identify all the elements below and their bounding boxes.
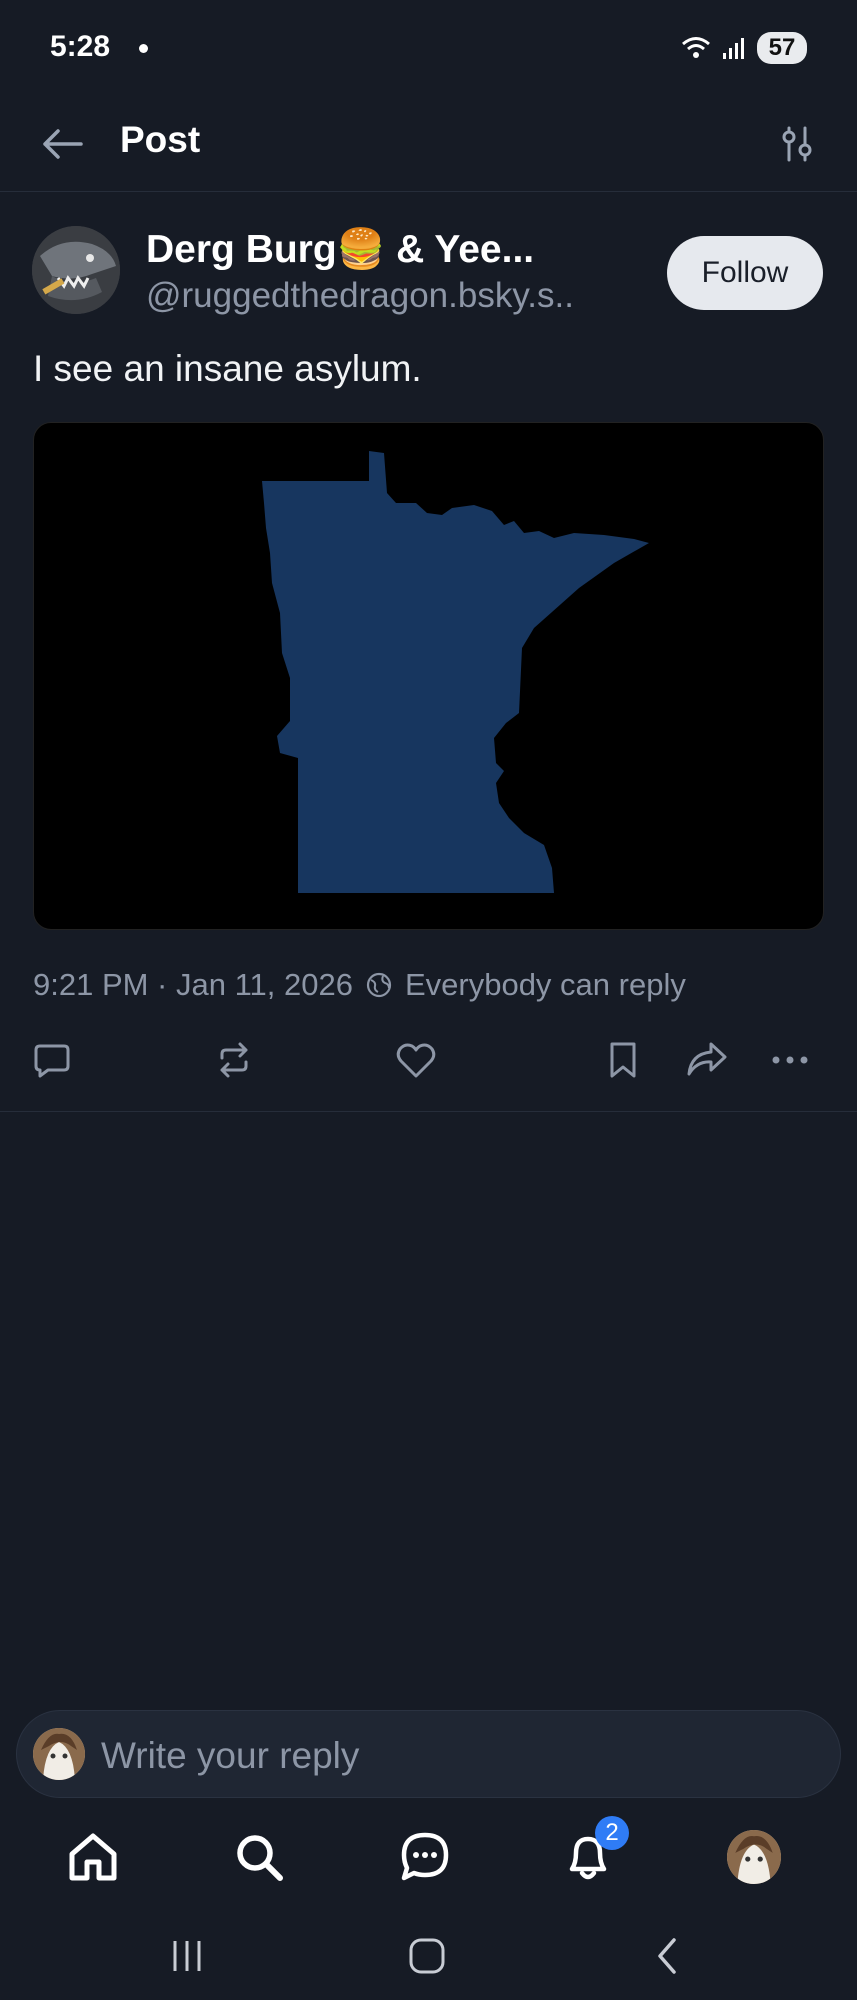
arrow-left-icon — [43, 129, 83, 159]
reply-button[interactable] — [22, 1030, 82, 1090]
chevron-left-icon — [658, 1938, 676, 1974]
top-bar: Post — [0, 100, 857, 192]
minnesota-map-image — [262, 451, 649, 893]
reply-setting[interactable]: Everybody can reply — [405, 967, 686, 1003]
share-arrow-icon — [687, 1042, 727, 1076]
reply-composer[interactable]: Write your reply — [16, 1710, 841, 1798]
back-button[interactable] — [36, 118, 88, 170]
author-handle[interactable]: @ruggedthedragon.bsky.s.. — [146, 276, 574, 316]
recent-apps-button[interactable] — [157, 1930, 217, 1982]
signal-icon — [723, 38, 744, 59]
nav-profile[interactable] — [719, 1822, 789, 1892]
author-avatar[interactable] — [32, 226, 120, 314]
post-text: I see an insane asylum. — [33, 348, 422, 389]
notification-badge: 2 — [595, 1816, 629, 1850]
comment-icon — [34, 1044, 70, 1078]
more-options-button[interactable] — [760, 1030, 820, 1090]
current-user-avatar — [33, 1728, 85, 1780]
post: Derg Burg🍔 & Yee... @ruggedthedragon.bsk… — [0, 192, 857, 1112]
post-image[interactable] — [33, 422, 824, 930]
like-button[interactable] — [386, 1030, 446, 1090]
battery-indicator: 57 — [757, 32, 807, 64]
ellipsis-icon — [772, 1056, 808, 1064]
bookmark-icon — [610, 1042, 636, 1078]
status-bar: 5:28 57 — [0, 0, 857, 100]
globe-icon — [366, 972, 392, 998]
heart-icon — [396, 1043, 436, 1078]
nav-search[interactable] — [224, 1822, 294, 1892]
bookmark-button[interactable] — [593, 1030, 653, 1090]
author-name[interactable]: Derg Burg🍔 & Yee... — [146, 226, 534, 272]
status-time: 5:28 — [50, 30, 111, 63]
reply-placeholder: Write your reply — [101, 1735, 360, 1776]
home-system-button[interactable] — [397, 1930, 457, 1982]
repost-button[interactable] — [204, 1030, 264, 1090]
back-system-button[interactable] — [637, 1930, 697, 1982]
recent-apps-icon — [173, 1941, 201, 1971]
nav-chat[interactable] — [390, 1822, 460, 1892]
post-meta: 9:21 PM · Jan 11, 2026 Everybody can rep… — [33, 967, 686, 1003]
status-icons: 57 — [681, 30, 807, 66]
nav-home[interactable] — [58, 1822, 128, 1892]
sliders-icon — [782, 126, 812, 162]
bottom-navigation: 2 — [0, 1812, 857, 1912]
system-navigation — [0, 1912, 857, 2000]
post-timestamp: 9:21 PM · Jan 11, 2026 — [33, 967, 353, 1002]
user-avatar-image — [727, 1830, 781, 1884]
notification-dot — [139, 44, 148, 53]
follow-button[interactable]: Follow — [667, 236, 823, 310]
page-title: Post — [120, 119, 201, 160]
repost-icon — [220, 1042, 248, 1078]
search-icon — [237, 1835, 283, 1881]
post-actions — [0, 1030, 857, 1090]
home-square-icon — [409, 1938, 445, 1974]
home-icon — [69, 1833, 117, 1881]
chat-bubble-icon — [401, 1832, 449, 1881]
wifi-icon — [682, 37, 710, 58]
thread-settings-button[interactable] — [767, 118, 827, 170]
user-avatar-image — [33, 1728, 85, 1780]
dragon-avatar-image — [32, 226, 120, 314]
nav-notifications[interactable]: 2 — [553, 1816, 629, 1892]
share-button[interactable] — [677, 1030, 737, 1090]
profile-avatar — [727, 1830, 781, 1884]
